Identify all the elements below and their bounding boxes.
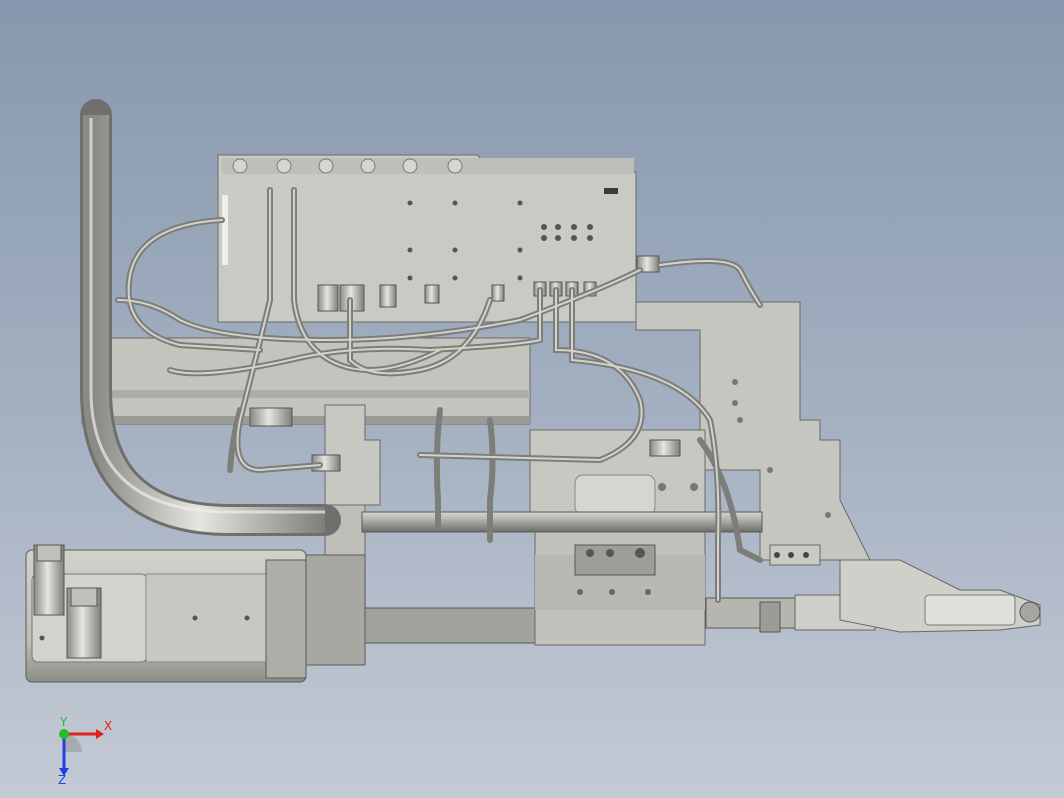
z-axis-label: Z bbox=[58, 773, 66, 786]
guide-rod bbox=[361, 511, 763, 533]
y-axis-label: Y bbox=[59, 716, 68, 729]
motor-connector-top bbox=[33, 544, 65, 616]
cad-viewport[interactable]: X Y Z bbox=[0, 0, 1064, 798]
orientation-triad[interactable]: X Y Z bbox=[44, 716, 124, 786]
motor-connector-bottom bbox=[66, 587, 102, 659]
y-axis-point bbox=[59, 729, 69, 739]
cad-model-assembly[interactable] bbox=[0, 0, 1064, 798]
x-axis-arrowhead bbox=[96, 729, 104, 739]
servo-motor bbox=[25, 544, 307, 683]
x-axis-label: X bbox=[104, 719, 112, 733]
